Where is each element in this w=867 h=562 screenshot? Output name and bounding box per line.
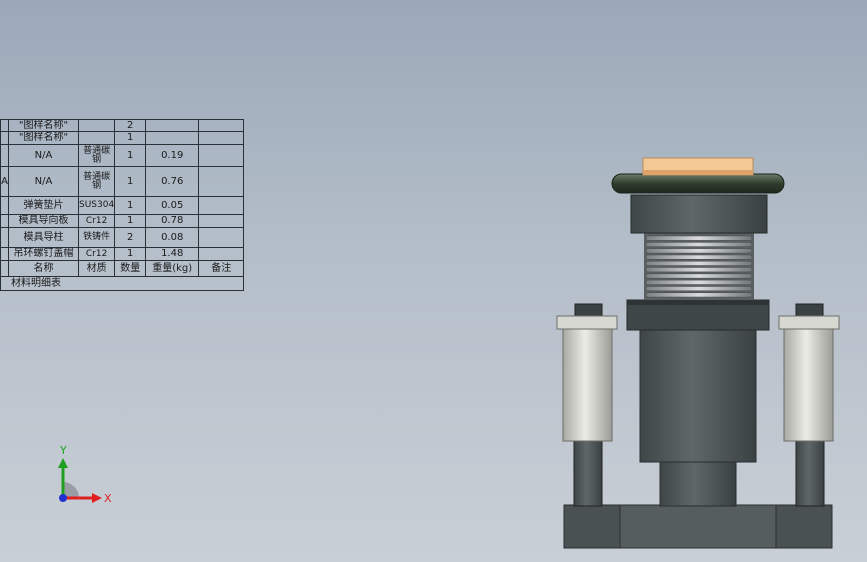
spring-coil bbox=[645, 267, 753, 273]
spring-coil bbox=[645, 260, 753, 266]
x-arrow-icon bbox=[92, 493, 102, 503]
base-plate[interactable] bbox=[563, 504, 833, 549]
y-arrow-icon bbox=[58, 458, 68, 468]
upper-block[interactable] bbox=[630, 194, 768, 234]
y-axis-label: Y bbox=[59, 444, 67, 457]
spring-coil bbox=[645, 279, 753, 285]
spring[interactable] bbox=[644, 232, 754, 300]
spring-coil bbox=[645, 273, 753, 279]
die-assembly-model[interactable] bbox=[0, 0, 867, 562]
spring-coil bbox=[645, 242, 753, 248]
spring-coil bbox=[645, 254, 753, 260]
guide-pillar-right[interactable] bbox=[778, 303, 840, 507]
punch-shaft[interactable] bbox=[639, 329, 757, 507]
spring-coil bbox=[645, 292, 753, 298]
view-triad[interactable]: Y X bbox=[48, 438, 128, 518]
spring-coil bbox=[645, 235, 753, 241]
spring-coil bbox=[645, 248, 753, 254]
spring-coil bbox=[645, 286, 753, 292]
lifting-handle[interactable] bbox=[611, 173, 785, 194]
cap-nut[interactable] bbox=[642, 157, 754, 176]
guide-plate[interactable] bbox=[626, 299, 770, 331]
z-axis-icon bbox=[59, 494, 67, 502]
graphics-viewport[interactable]: "图样名称" 2 "图样名称" 1 N/A 普通碳钢 1 0.19 A N/A … bbox=[0, 0, 867, 562]
x-axis-label: X bbox=[104, 492, 112, 505]
guide-pillar-left[interactable] bbox=[556, 303, 618, 507]
